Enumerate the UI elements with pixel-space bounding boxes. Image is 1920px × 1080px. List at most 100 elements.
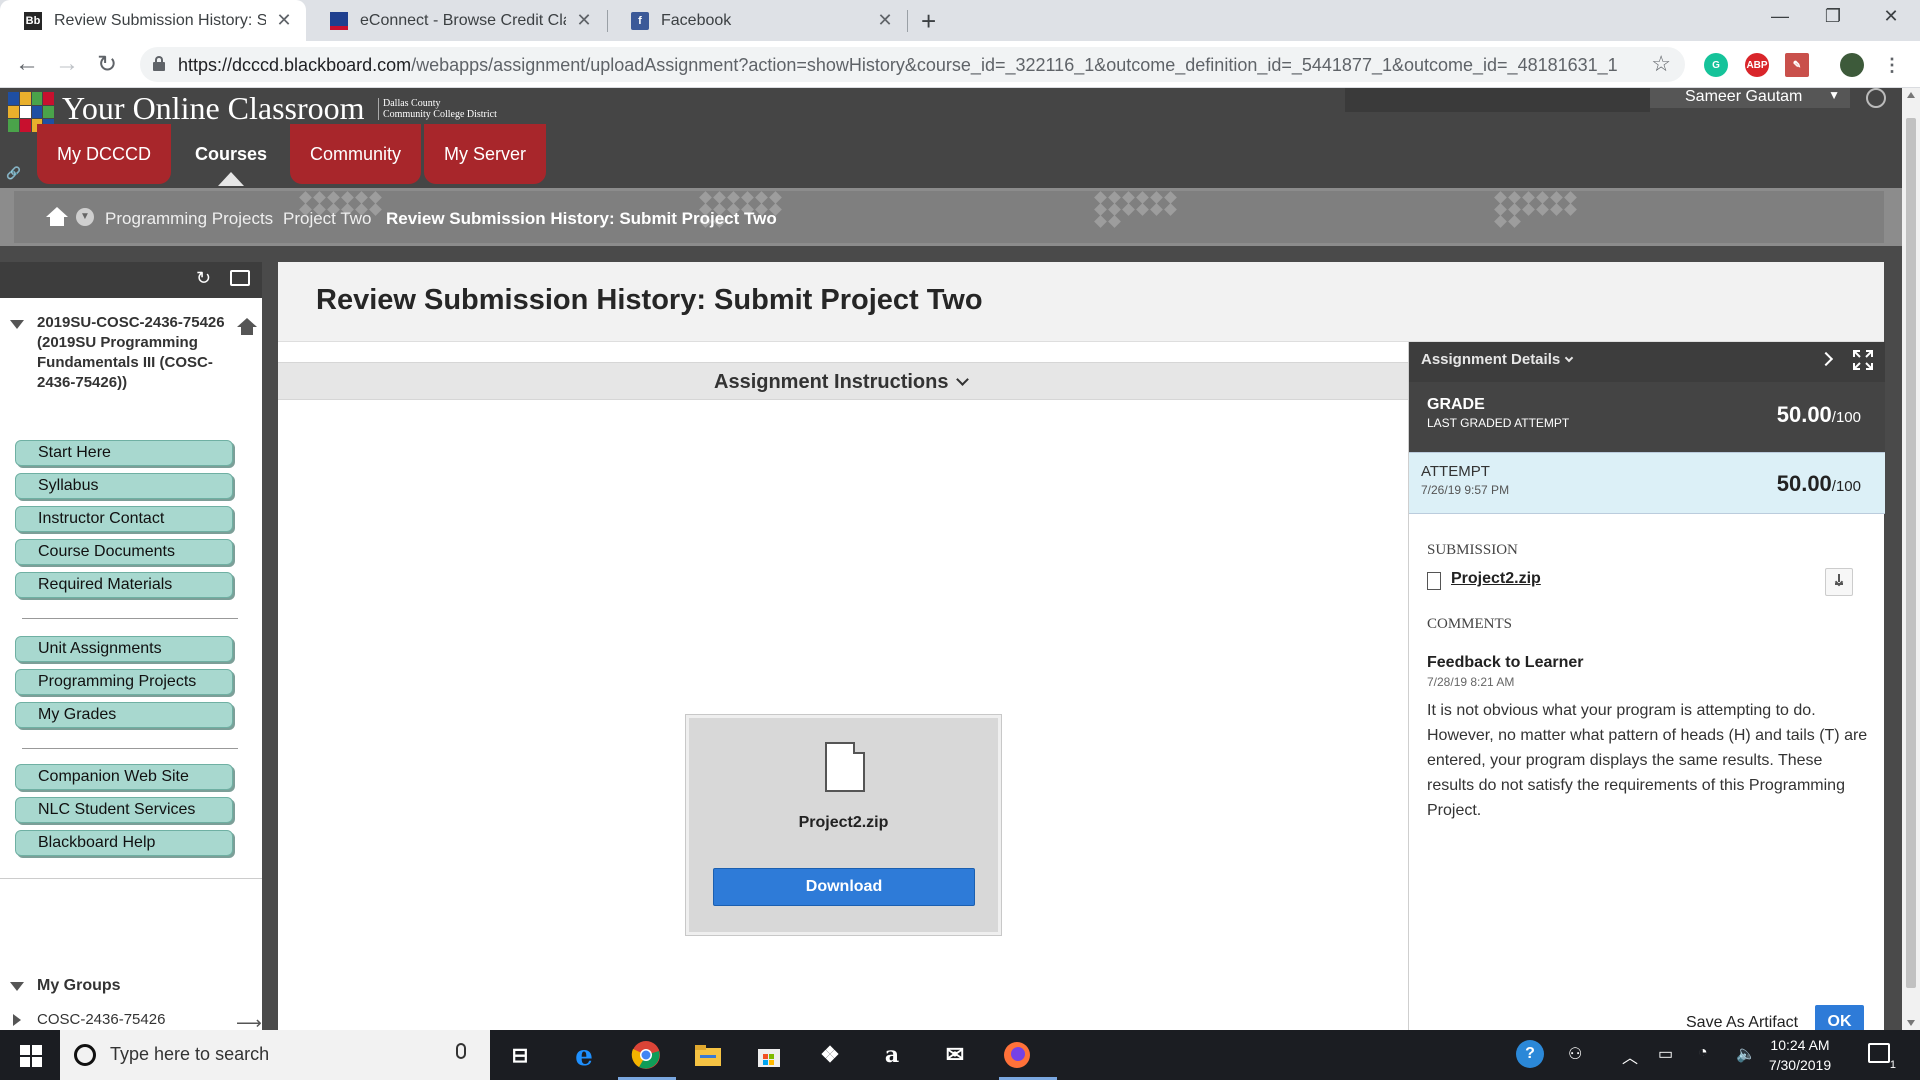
scrollbar-thumb[interactable]: [1906, 118, 1916, 988]
details-header: Assignment Details: [1409, 342, 1885, 382]
breadcrumb-menu-icon[interactable]: ▼: [76, 208, 94, 226]
content-header: Review Submission History: Submit Projec…: [278, 262, 1884, 342]
expand-icon[interactable]: [1853, 350, 1873, 370]
minimize-icon[interactable]: —: [1765, 6, 1795, 27]
back-arrow-icon[interactable]: ←: [12, 50, 42, 78]
chrome-menu-icon[interactable]: ⋮: [1880, 53, 1904, 77]
menu-instructor-contact[interactable]: Instructor Contact: [15, 506, 233, 532]
logout-icon[interactable]: [1866, 88, 1886, 108]
refresh-icon[interactable]: ↻: [196, 268, 216, 288]
breadcrumb: ▼ Programming Projects Project Two Revie…: [14, 191, 1884, 243]
link-icon[interactable]: 🔗: [6, 166, 21, 180]
close-window-icon[interactable]: ✕: [1876, 6, 1906, 27]
task-view-icon[interactable]: ⊟: [502, 1038, 538, 1072]
close-tab-icon[interactable]: ✕: [274, 10, 294, 31]
course-home-icon[interactable]: [237, 318, 257, 336]
menu-required-materials[interactable]: Required Materials: [15, 572, 233, 598]
submission-file-link[interactable]: Project2.zip: [1451, 570, 1541, 588]
adblock-icon[interactable]: ABP: [1745, 53, 1769, 77]
feedback-date: 7/28/19 8:21 AM: [1427, 675, 1515, 689]
menu-my-grades[interactable]: My Grades: [15, 702, 233, 728]
new-tab-icon[interactable]: +: [921, 6, 936, 37]
site-header: Your Online Classroom Dallas County Comm…: [0, 88, 1902, 188]
url-field[interactable]: https://dcccd.blackboard.com/webapps/ass…: [140, 47, 1685, 82]
save-as-artifact-link[interactable]: Save As Artifact: [1686, 1014, 1798, 1030]
tab-courses[interactable]: Courses: [175, 124, 287, 186]
course-menu-toolbar: ↻: [0, 262, 262, 298]
assignment-instructions-toggle[interactable]: Assignment Instructions: [278, 362, 1408, 400]
notification-center-icon[interactable]: 1: [1868, 1043, 1896, 1071]
menu-blackboard-help[interactable]: Blackboard Help: [15, 830, 233, 856]
collapse-triangle-icon[interactable]: [10, 982, 24, 991]
people-icon[interactable]: ⚇: [1568, 1044, 1582, 1064]
profile-avatar[interactable]: [1840, 53, 1864, 77]
download-icon[interactable]: [1825, 568, 1853, 596]
microsoft-store-icon[interactable]: [751, 1038, 787, 1072]
tab-facebook[interactable]: f Facebook ✕: [607, 0, 907, 41]
help-icon[interactable]: ?: [1516, 1040, 1544, 1068]
chrome-browser-icon[interactable]: [628, 1038, 664, 1072]
menu-divider: [22, 618, 238, 619]
file-explorer-icon[interactable]: [690, 1038, 726, 1072]
attempt-row[interactable]: ATTEMPT 7/26/19 9:57 PM 50.00/100: [1409, 452, 1885, 514]
menu-start-here[interactable]: Start Here: [15, 440, 233, 466]
menu-unit-assignments[interactable]: Unit Assignments: [15, 636, 233, 662]
firefox-icon[interactable]: [999, 1038, 1035, 1072]
bookmark-star-icon[interactable]: ☆: [1651, 51, 1671, 77]
tab-my-dcccd[interactable]: My DCCCD: [37, 124, 171, 184]
reload-icon[interactable]: ↻: [92, 50, 122, 79]
forward-arrow-icon[interactable]: →: [52, 50, 82, 78]
user-menu[interactable]: Sameer Gautam ▼: [1650, 88, 1850, 108]
close-tab-icon[interactable]: ✕: [875, 10, 895, 31]
system-clock[interactable]: 10:24 AM 7/30/2019: [1760, 1035, 1840, 1075]
folder-view-icon[interactable]: [230, 270, 250, 286]
volume-icon[interactable]: 🔈: [1736, 1044, 1756, 1064]
file-name: Project2.zip: [798, 814, 889, 831]
edge-browser-icon[interactable]: e: [566, 1038, 602, 1072]
menu-course-documents[interactable]: Course Documents: [15, 539, 233, 565]
attempt-score-value: 50.00: [1776, 471, 1832, 496]
blackboard-favicon: Bb: [24, 11, 42, 30]
windows-start-icon[interactable]: [20, 1045, 42, 1067]
group-item[interactable]: COSC-2436-75426 (CS1249487): [37, 1011, 227, 1030]
url-host: https://dcccd.blackboard.com: [178, 55, 412, 75]
taskbar-search-box[interactable]: Type here to search: [60, 1030, 490, 1080]
tab-title: Review Submission History: Subm: [54, 11, 266, 29]
user-name: Sameer Gautam: [1685, 88, 1803, 105]
page-scrollbar[interactable]: [1902, 88, 1920, 1030]
scroll-down-icon[interactable]: [1907, 1020, 1915, 1026]
arrow-right-icon[interactable]: ⟶: [236, 1013, 262, 1030]
menu-syllabus[interactable]: Syllabus: [15, 473, 233, 499]
close-tab-icon[interactable]: ✕: [574, 10, 594, 31]
tab-econnect[interactable]: eConnect - Browse Credit Classes ✕: [306, 0, 606, 41]
scroll-up-icon[interactable]: [1907, 92, 1915, 98]
menu-companion-web-site[interactable]: Companion Web Site: [15, 764, 233, 790]
battery-icon[interactable]: ▭: [1658, 1044, 1673, 1064]
expand-triangle-icon[interactable]: [13, 1014, 21, 1026]
breadcrumb-programming-projects[interactable]: Programming Projects: [105, 209, 273, 229]
dropbox-icon[interactable]: ❖: [812, 1038, 848, 1072]
breadcrumb-project-two[interactable]: Project Two: [283, 209, 372, 229]
tab-my-server[interactable]: My Server: [424, 124, 547, 184]
collapse-triangle-icon[interactable]: [10, 320, 24, 329]
details-title[interactable]: Assignment Details: [1421, 351, 1574, 368]
menu-programming-projects[interactable]: Programming Projects: [15, 669, 233, 695]
ok-button[interactable]: OK: [1815, 1005, 1864, 1030]
tab-community[interactable]: Community: [290, 124, 422, 184]
mail-icon[interactable]: ✉: [937, 1038, 973, 1072]
pdf-icon[interactable]: ✎: [1785, 53, 1809, 77]
home-icon[interactable]: [46, 207, 68, 227]
tab-review-submission[interactable]: Bb Review Submission History: Subm ✕: [0, 0, 306, 41]
clock-date: 7/30/2019: [1768, 1057, 1832, 1073]
grammarly-icon[interactable]: G: [1704, 53, 1728, 77]
download-button[interactable]: Download: [713, 868, 975, 906]
menu-nlc-student-services[interactable]: NLC Student Services: [15, 797, 233, 823]
microphone-icon[interactable]: [456, 1043, 466, 1059]
chevron-right-icon[interactable]: [1818, 351, 1834, 367]
restore-icon[interactable]: ❐: [1818, 6, 1848, 27]
course-title[interactable]: 2019SU-COSC-2436-75426 (2019SU Programmi…: [37, 313, 237, 393]
chevron-up-icon[interactable]: ︿: [1622, 1044, 1638, 1068]
amazon-icon[interactable]: a: [874, 1038, 910, 1072]
global-search-area: [1345, 88, 1650, 112]
wifi-icon[interactable]: ◔: [1698, 1044, 1708, 1062]
